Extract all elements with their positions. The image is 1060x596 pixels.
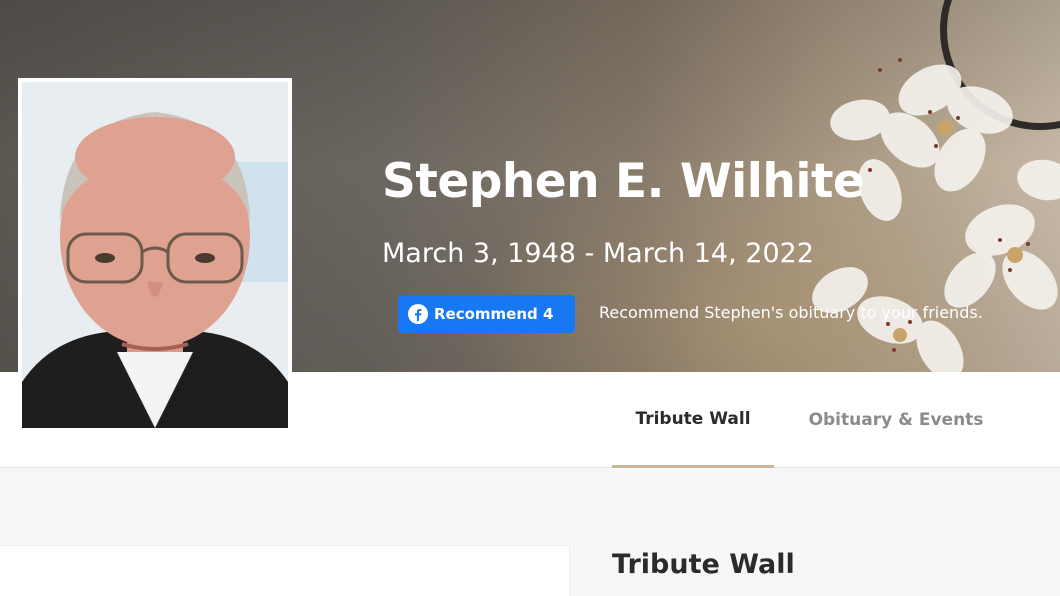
- person-portrait: [22, 82, 288, 428]
- life-dates: March 3, 1948 - March 14, 2022: [382, 238, 814, 269]
- content-card: [0, 545, 570, 596]
- facebook-icon: [408, 304, 428, 324]
- recommend-note: Recommend Stephen's obituary to your fri…: [599, 303, 983, 322]
- tab-tribute-wall[interactable]: Tribute Wall: [612, 372, 774, 468]
- recommend-label: Recommend 4: [434, 305, 554, 323]
- deceased-name: Stephen E. Wilhite: [382, 154, 865, 209]
- profile-photo: [18, 78, 292, 432]
- section-title: Tribute Wall: [612, 549, 795, 580]
- tab-obituary-events[interactable]: Obituary & Events: [798, 372, 994, 468]
- facebook-recommend-button[interactable]: Recommend 4: [398, 295, 575, 333]
